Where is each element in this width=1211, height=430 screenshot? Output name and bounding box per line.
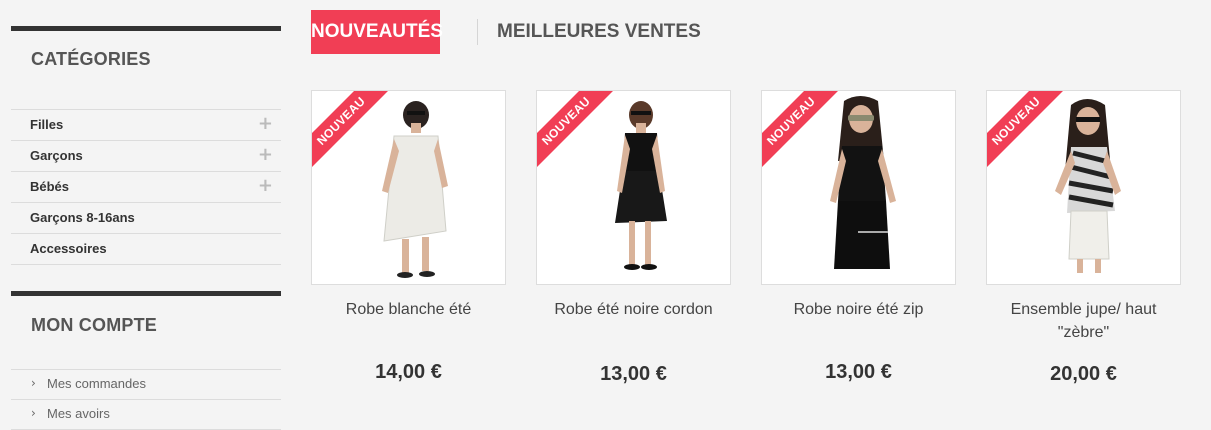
account-title: MON COMPTE	[31, 315, 157, 335]
block-divider-bar	[11, 26, 281, 31]
product-price: 20,00 €	[1050, 363, 1117, 385]
account-block: MON COMPTE › Mes commandes › Mes avoirs	[11, 291, 281, 430]
category-item-accessoires[interactable]: Accessoires	[11, 234, 281, 265]
block-divider-bar	[11, 291, 281, 296]
new-ribbon: NOUVEAU	[312, 91, 394, 173]
product-image[interactable]: NOUVEAU	[311, 90, 506, 285]
account-item-avoirs[interactable]: › Mes avoirs	[11, 400, 281, 430]
new-badge: NOUVEAU	[312, 91, 394, 173]
tab-meilleures-ventes[interactable]: MEILLEURES VENTES	[497, 10, 701, 54]
new-ribbon: NOUVEAU	[537, 91, 619, 173]
product-card: NOUVEAU Robe blanche été 14,00 €	[311, 90, 506, 383]
category-label[interactable]: Garçons	[30, 148, 83, 163]
product-name[interactable]: Ensemble jupe/ haut "zèbre"	[986, 298, 1181, 344]
account-item-commandes[interactable]: › Mes commandes	[11, 370, 281, 400]
product-price: 13,00 €	[825, 361, 892, 383]
plus-icon[interactable]: +	[258, 176, 273, 196]
chevron-right-icon: ›	[31, 376, 36, 390]
plus-icon[interactable]: +	[258, 145, 273, 165]
product-card: NOUVEAU Robe été noire cordon 13,00 €	[536, 90, 731, 385]
product-name[interactable]: Robe noire été zip	[761, 298, 956, 321]
categories-block: CATÉGORIES Filles + Garçons + Bébés + Ga…	[11, 26, 281, 265]
product-price: 14,00 €	[375, 361, 442, 383]
account-list: › Mes commandes › Mes avoirs	[11, 369, 281, 430]
product-card: NOUVEAU Ensemble jupe/ haut "zèbre" 20,0…	[986, 90, 1181, 385]
product-card: NOUVEAU Robe noire été zip 13,00 €	[761, 90, 956, 383]
tab-nouveautes[interactable]: NOUVEAUTÉS	[311, 10, 443, 54]
account-link-label[interactable]: Mes commandes	[47, 376, 146, 391]
new-badge: NOUVEAU	[537, 91, 619, 173]
product-price: 13,00 €	[600, 363, 667, 385]
category-list: Filles + Garçons + Bébés + Garçons 8-16a…	[11, 109, 281, 265]
category-label[interactable]: Accessoires	[30, 241, 107, 256]
product-image[interactable]: NOUVEAU	[761, 90, 956, 285]
new-badge: NOUVEAU	[762, 91, 844, 173]
category-label[interactable]: Garçons 8-16ans	[30, 210, 135, 225]
plus-icon[interactable]: +	[258, 114, 273, 134]
category-item-filles[interactable]: Filles +	[11, 110, 281, 141]
product-image[interactable]: NOUVEAU	[986, 90, 1181, 285]
new-badge: NOUVEAU	[987, 91, 1069, 173]
product-name[interactable]: Robe été noire cordon	[536, 298, 731, 321]
category-label[interactable]: Bébés	[30, 179, 69, 194]
categories-title: CATÉGORIES	[31, 49, 151, 69]
product-image[interactable]: NOUVEAU	[536, 90, 731, 285]
product-name[interactable]: Robe blanche été	[311, 298, 506, 321]
new-ribbon: NOUVEAU	[987, 91, 1069, 173]
category-item-garcons-8-16[interactable]: Garçons 8-16ans	[11, 203, 281, 234]
category-label[interactable]: Filles	[30, 117, 63, 132]
account-link-label[interactable]: Mes avoirs	[47, 406, 110, 421]
category-item-garcons[interactable]: Garçons +	[11, 141, 281, 172]
tab-separator	[477, 19, 478, 45]
category-item-bebes[interactable]: Bébés +	[11, 172, 281, 203]
new-ribbon: NOUVEAU	[762, 91, 844, 173]
